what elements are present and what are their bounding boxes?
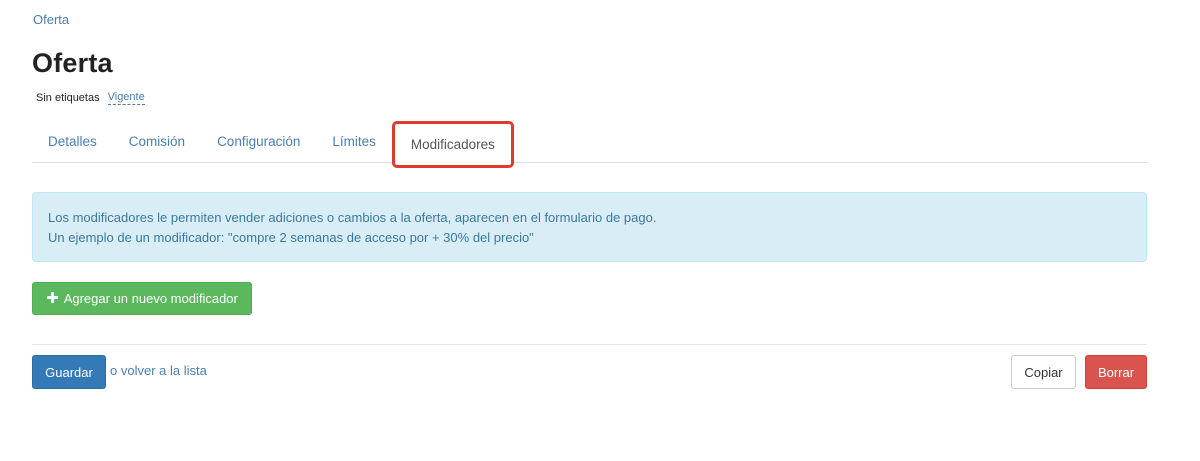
divider [32, 344, 1147, 345]
tags-label: Sin etiquetas [36, 92, 100, 104]
breadcrumb-offer[interactable]: Oferta [33, 12, 69, 27]
tab-limits[interactable]: Límites [316, 120, 392, 162]
copy-button[interactable]: Copiar [1011, 355, 1076, 389]
back-to-list-link[interactable]: o volver a la lista [110, 363, 207, 378]
back-link-row: o volver a la lista [110, 363, 207, 378]
tab-commission[interactable]: Comisión [113, 120, 201, 162]
offer-modifiers-page: Oferta Oferta Sin etiquetas Vigente Deta… [0, 0, 1200, 461]
add-modifier-button[interactable]: ✚ Agregar un nuevo modificador [32, 282, 252, 315]
tag-row: Sin etiquetas Vigente [36, 91, 145, 105]
save-button[interactable]: Guardar [32, 355, 106, 389]
tab-configuration[interactable]: Configuración [201, 120, 316, 162]
add-modifier-label: Agregar un nuevo modificador [63, 291, 238, 306]
info-line-1: Los modificadores le permiten vender adi… [48, 210, 657, 225]
tab-modifiers[interactable]: Modificadores [391, 121, 514, 168]
info-alert: Los modificadores le permiten vender adi… [32, 192, 1147, 262]
status-badge[interactable]: Vigente [107, 91, 145, 105]
tab-details[interactable]: Detalles [32, 120, 113, 162]
tab-bar: Detalles Comisión Configuración Límites … [32, 120, 1147, 168]
plus-icon: ✚ [46, 290, 59, 307]
page-title: Oferta [32, 48, 113, 78]
delete-button[interactable]: Borrar [1085, 355, 1147, 389]
info-line-2: Un ejemplo de un modificador: "compre 2 … [48, 230, 534, 245]
